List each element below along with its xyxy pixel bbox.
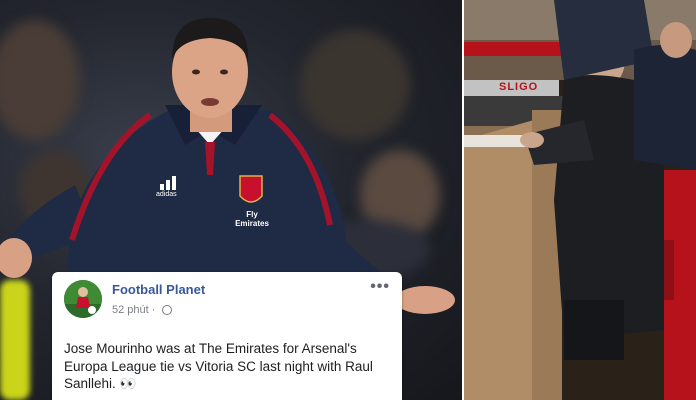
post-text: Jose Mourinho was at The Emirates for Ar… [64, 341, 373, 391]
more-options-button[interactable]: ••• [370, 278, 390, 296]
page-avatar[interactable] [64, 280, 102, 318]
page-name-link[interactable]: Football Planet [112, 282, 205, 297]
jacket-brand-text: adidas [156, 191, 177, 198]
football-player-avatar-icon [64, 280, 102, 318]
stands-photo: SLIGO [464, 0, 696, 400]
meta-separator: · [151, 304, 156, 316]
stands-scene [464, 0, 696, 400]
post-meta: 52 phút · [112, 304, 172, 316]
public-globe-icon [161, 305, 172, 315]
post-time[interactable]: 52 phút [112, 304, 149, 316]
facebook-post-card[interactable]: Football Planet 52 phút · ••• Jose Mouri… [52, 272, 402, 400]
stadium-board-text: SLIGO [499, 81, 539, 93]
jacket-sponsor-text: Fly Emirates [235, 210, 269, 228]
